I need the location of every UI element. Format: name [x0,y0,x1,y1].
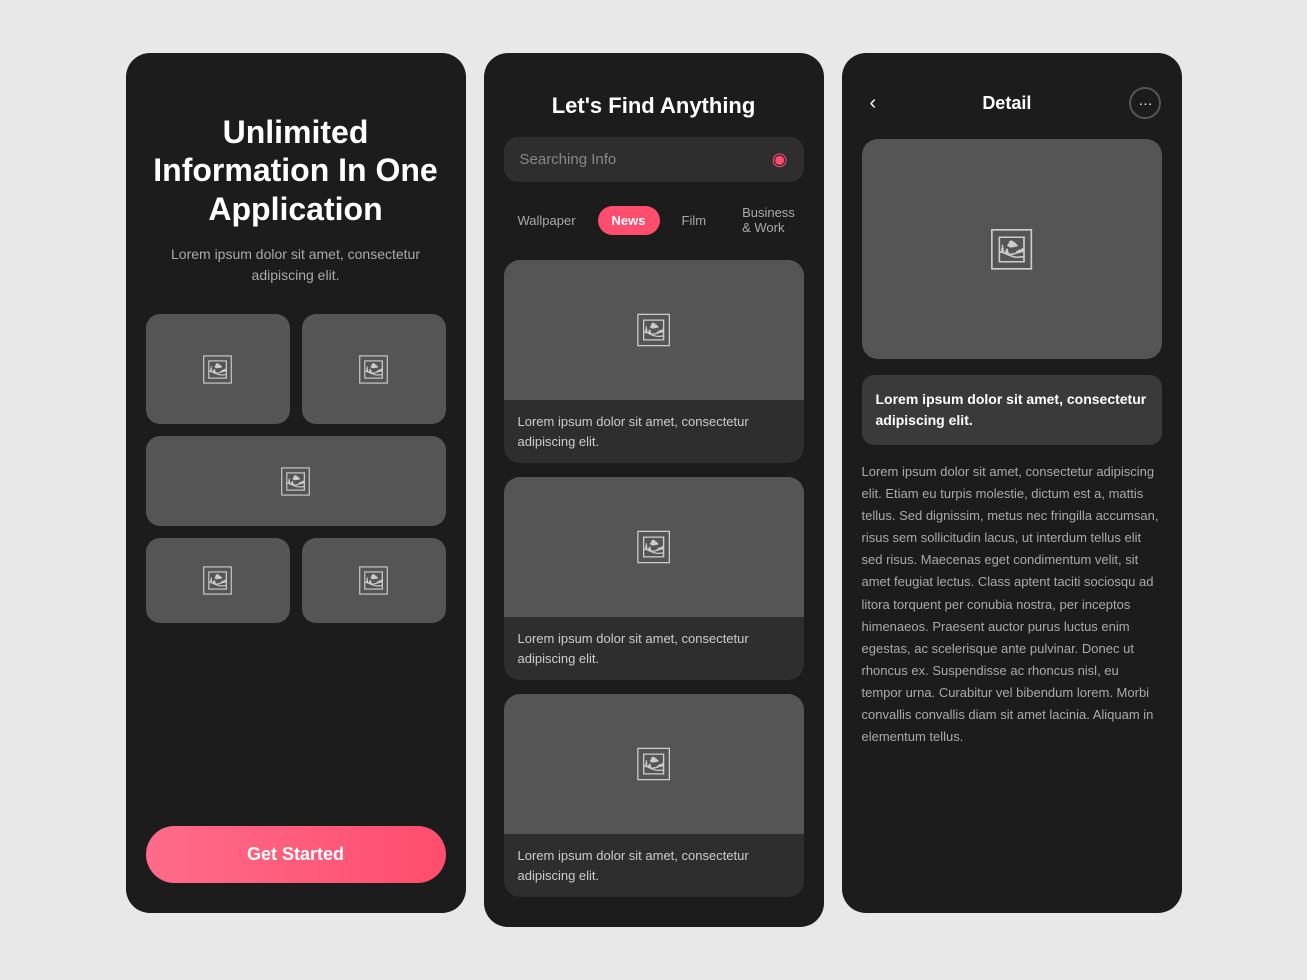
screens-container: Unlimited Information In One Application… [126,53,1182,927]
tab-film[interactable]: Film [668,206,721,235]
card-image-1: 🖼 [504,260,804,400]
card-text-3: Lorem ipsum dolor sit amet, consectetur … [504,834,804,897]
card-image-icon-3: 🖼 [633,745,674,783]
screen-2: Let's Find Anything Searching Info ◉ Wal… [484,53,824,927]
tab-wallpaper[interactable]: Wallpaper [504,206,590,235]
image-icon-1: 🖼 [200,353,236,386]
detail-caption-text: Lorem ipsum dolor sit amet, consectetur … [876,389,1148,431]
detail-caption-box: Lorem ipsum dolor sit amet, consectetur … [862,375,1162,445]
detail-body-text: Lorem ipsum dolor sit amet, consectetur … [862,461,1162,748]
image-icon-4: 🖼 [200,564,236,597]
detail-page-title: Detail [982,93,1031,114]
news-card-1[interactable]: 🖼 Lorem ipsum dolor sit amet, consectetu… [504,260,804,463]
hero-subtitle: Lorem ipsum dolor sit amet, consectetur … [146,244,446,286]
more-icon: ··· [1138,95,1152,111]
grid-row-2: 🖼 [146,436,446,526]
screen-3: ‹ Detail ··· 🖼 Lorem ipsum dolor sit ame… [842,53,1182,913]
grid-row-1: 🖼 🖼 [146,314,446,424]
filter-tabs: Wallpaper News Film Business & Work [504,198,804,242]
image-placeholder-2: 🖼 [302,314,446,424]
image-icon-3: 🖼 [278,465,314,498]
hero-title: Unlimited Information In One Application [146,113,446,228]
get-started-button[interactable]: Get Started [146,826,446,883]
image-icon-5: 🖼 [356,564,392,597]
card-image-icon-2: 🖼 [633,528,674,566]
card-text-2: Lorem ipsum dolor sit amet, consectetur … [504,617,804,680]
image-icon-2: 🖼 [356,353,392,386]
card-image-icon-1: 🖼 [633,311,674,349]
tab-news[interactable]: News [598,206,660,235]
search-icon[interactable]: ◉ [772,149,788,170]
image-grid: 🖼 🖼 🖼 🖼 🖼 [146,314,446,802]
detail-header: ‹ Detail ··· [862,83,1162,139]
more-options-button[interactable]: ··· [1129,87,1161,119]
card-text-1: Lorem ipsum dolor sit amet, consectetur … [504,400,804,463]
search-bar[interactable]: Searching Info ◉ [504,137,804,182]
news-card-2[interactable]: 🖼 Lorem ipsum dolor sit amet, consectetu… [504,477,804,680]
grid-row-3: 🖼 🖼 [146,538,446,623]
find-anything-title: Let's Find Anything [504,93,804,119]
image-placeholder-5: 🖼 [302,538,446,623]
detail-hero-image: 🖼 [862,139,1162,359]
search-placeholder-text: Searching Info [520,151,772,168]
news-card-3[interactable]: 🖼 Lorem ipsum dolor sit amet, consectetu… [504,694,804,897]
news-card-list: 🖼 Lorem ipsum dolor sit amet, consectetu… [504,260,804,897]
back-button[interactable]: ‹ [862,88,885,119]
detail-hero-icon: 🖼 [986,226,1037,273]
image-placeholder-1: 🖼 [146,314,290,424]
image-placeholder-3: 🖼 [146,436,446,526]
card-image-3: 🖼 [504,694,804,834]
screen-1: Unlimited Information In One Application… [126,53,466,913]
tab-business[interactable]: Business & Work [728,198,809,242]
card-image-2: 🖼 [504,477,804,617]
image-placeholder-4: 🖼 [146,538,290,623]
